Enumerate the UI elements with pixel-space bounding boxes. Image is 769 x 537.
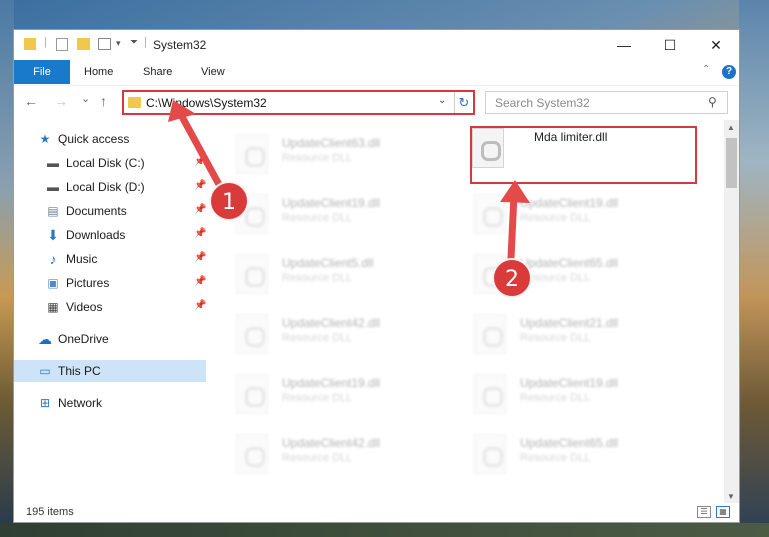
annotation-overlay — [168, 100, 530, 262]
step-badge-1: 1 — [209, 181, 249, 221]
step-badge-2: 2 — [492, 258, 532, 298]
arrow-2 — [500, 180, 530, 262]
arrow-1 — [168, 100, 226, 194]
